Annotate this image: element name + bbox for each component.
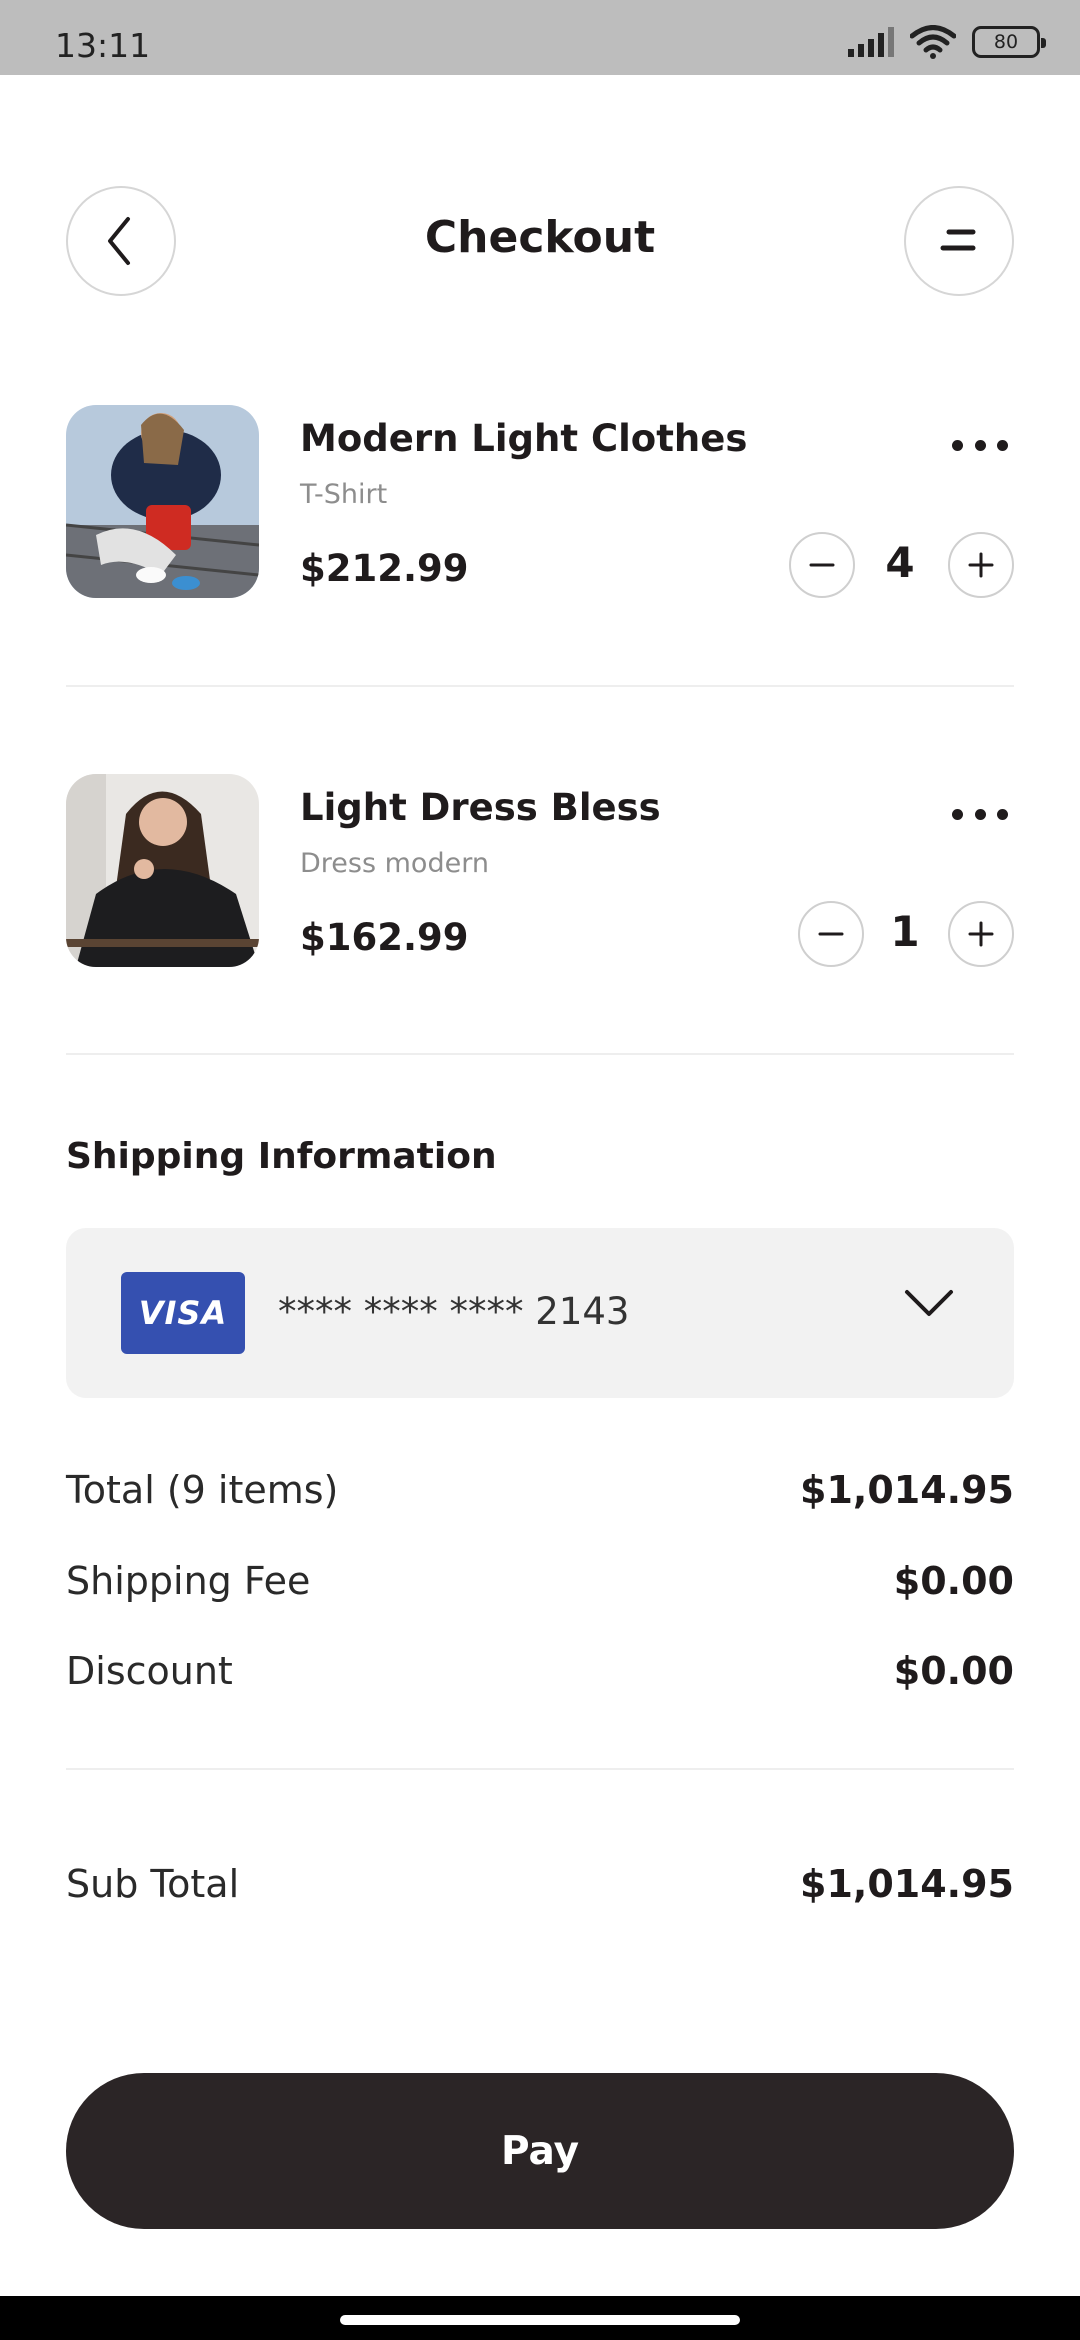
status-icons: 80 bbox=[846, 24, 1046, 60]
more-options-button[interactable] bbox=[952, 425, 1008, 465]
minus-icon bbox=[818, 932, 844, 936]
item-name[interactable]: Light Dress Bless bbox=[300, 786, 661, 829]
more-dot-icon bbox=[952, 439, 963, 451]
item-price: $162.99 bbox=[300, 916, 469, 959]
menu-button[interactable] bbox=[904, 186, 1014, 296]
summary-value: $1,014.95 bbox=[800, 1468, 1014, 1512]
divider bbox=[66, 685, 1014, 687]
home-indicator[interactable] bbox=[340, 2315, 740, 2325]
card-number: **** **** **** 2143 bbox=[278, 1290, 630, 1333]
item-price: $212.99 bbox=[300, 547, 469, 590]
more-dot-icon bbox=[974, 808, 986, 820]
more-dot-icon bbox=[997, 439, 1008, 451]
pay-button[interactable]: Pay bbox=[66, 2073, 1014, 2229]
payment-card-select[interactable]: VISA **** **** **** 2143 bbox=[66, 1228, 1014, 1398]
subtotal-value: $1,014.95 bbox=[800, 1862, 1014, 1906]
summary-row-total: Total (9 items) $1,014.95 bbox=[66, 1468, 1014, 1518]
visa-card-logo: VISA bbox=[121, 1272, 245, 1354]
product-image[interactable] bbox=[66, 405, 259, 598]
divider bbox=[66, 1053, 1014, 1055]
more-options-button[interactable] bbox=[952, 794, 1008, 834]
signal-icon bbox=[848, 27, 894, 57]
status-time: 13:11 bbox=[55, 26, 151, 65]
item-category: Dress modern bbox=[300, 848, 489, 879]
subtotal-label: Sub Total bbox=[66, 1862, 240, 1906]
item-name[interactable]: Modern Light Clothes bbox=[300, 417, 747, 460]
battery-level: 80 bbox=[993, 31, 1019, 53]
more-dot-icon bbox=[974, 439, 986, 451]
summary-row-discount: Discount $0.00 bbox=[66, 1649, 1014, 1699]
checkout-screen: 13:11 80 Checkout Modern Light Clothes T… bbox=[0, 0, 1080, 2340]
cart-item: Modern Light Clothes T-Shirt $212.99 4 bbox=[66, 405, 1014, 598]
more-dot-icon bbox=[997, 808, 1008, 820]
decrease-quantity-button[interactable] bbox=[789, 532, 855, 598]
increase-quantity-button[interactable] bbox=[948, 532, 1014, 598]
summary-label: Shipping Fee bbox=[66, 1559, 311, 1603]
summary-value: $0.00 bbox=[893, 1559, 1014, 1603]
minus-icon bbox=[809, 563, 835, 567]
increase-quantity-button[interactable] bbox=[948, 901, 1014, 967]
item-category: T-Shirt bbox=[300, 479, 388, 510]
quantity-value: 4 bbox=[885, 538, 915, 587]
summary-row-shipping-fee: Shipping Fee $0.00 bbox=[66, 1559, 1014, 1609]
status-bar: 13:11 80 bbox=[0, 0, 1080, 75]
wifi-icon bbox=[910, 25, 956, 59]
more-dot-icon bbox=[952, 808, 963, 820]
menu-icon bbox=[940, 229, 976, 251]
summary-label: Discount bbox=[66, 1649, 233, 1693]
summary-row-subtotal: Sub Total $1,014.95 bbox=[66, 1862, 1014, 1912]
summary-label: Total (9 items) bbox=[66, 1468, 339, 1512]
summary-value: $0.00 bbox=[893, 1649, 1014, 1693]
product-image[interactable] bbox=[66, 774, 259, 967]
shipping-section-title: Shipping Information bbox=[66, 1136, 497, 1177]
cart-item: Light Dress Bless Dress modern $162.99 1 bbox=[66, 774, 1014, 967]
chevron-down-icon bbox=[905, 1290, 953, 1316]
card-brand: VISA bbox=[138, 1294, 228, 1332]
divider bbox=[66, 1768, 1014, 1770]
decrease-quantity-button[interactable] bbox=[798, 901, 864, 967]
battery-icon: 80 bbox=[972, 26, 1046, 58]
quantity-value: 1 bbox=[890, 907, 920, 956]
plus-icon bbox=[968, 921, 994, 947]
plus-icon bbox=[968, 552, 994, 578]
